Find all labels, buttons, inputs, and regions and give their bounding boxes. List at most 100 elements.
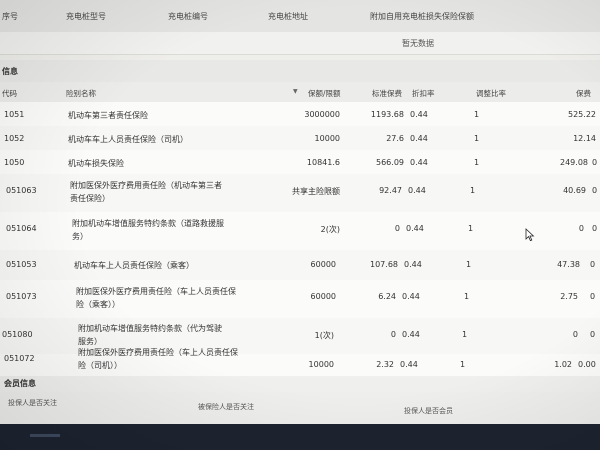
column-header-address: 充电桩地址 [268,12,308,21]
cell-premium: 525.22 [568,110,596,119]
cell-trailing: 0 [592,158,598,167]
table-row[interactable]: 051073 附加医保外医疗费用责任险（车上人员责任保险（乘客）） 60000 … [0,280,600,319]
column-header-name: 险别名称 [66,89,96,98]
cell-std-premium: 566.09 [376,158,404,167]
empty-state-text: 暂无数据 [402,39,434,48]
cell-code: 1052 [4,134,25,143]
cell-code: 051064 [6,224,37,233]
cell-name: 机动车第三者责任保险 [68,111,148,120]
cell-name: 附加机动车增值服务特约条款（道路救援服务） [72,219,224,241]
column-header-serial: 充电桩编号 [168,12,208,21]
cell-name: 附加医保外医疗费用责任险（车上人员责任保险（乘客）） [76,287,236,309]
cell-name: 附加医保外医疗费用责任险（机动车第三者责任保险） [70,181,222,203]
cell-name: 机动车车上人员责任保险（乘客） [74,261,194,270]
cell-discount: 0.44 [410,110,428,119]
column-header-discount: 折扣率 [412,89,435,98]
cell-limit: 10000 [314,134,340,143]
charging-pile-table-header: 序号 充电桩型号 充电桩编号 充电桩地址 附加自用充电桩损失保险保额 [0,0,600,33]
member-section-title-bar: 会员信息 [0,374,600,392]
cell-code: 051073 [6,292,37,301]
cell-limit: 1(次) [314,331,334,340]
cell-adjust: 1 [474,110,480,119]
cell-premium: 2.75 [560,292,578,301]
cell-adjust: 1 [460,360,466,369]
taskbar-item[interactable] [30,434,60,437]
cell-name: 附加医保外医疗费用责任险（车上人员责任保险（司机）） [78,348,238,370]
cell-std-premium: 107.68 [370,260,398,269]
table-row[interactable]: 051053 机动车车上人员责任保险（乘客） 60000 107.68 0.44… [0,250,600,281]
cell-std-premium: 92.47 [379,186,402,195]
column-header-index: 序号 [2,12,18,21]
table-row[interactable]: 051063 附加医保外医疗费用责任险（机动车第三者责任保险） 共享主险限额 9… [0,174,600,213]
cell-discount: 0.44 [410,134,428,143]
cell-premium: 12.14 [573,134,596,143]
column-header-premium: 保费 [576,89,591,98]
sort-chevron-icon[interactable]: ▼ [293,88,298,95]
cell-discount: 0.44 [410,158,428,167]
column-header-adjust: 调整比率 [476,89,506,98]
cell-std-premium: 2.32 [376,360,394,369]
cell-discount: 0.44 [400,360,418,369]
cell-code: 051080 [2,330,33,339]
table-row[interactable]: 1051 机动车第三者责任保险 3000000 1193.68 0.44 1 5… [0,102,600,127]
table-row[interactable]: 1050 机动车损失保险 10841.6 566.09 0.44 1 249.0… [0,150,600,175]
member-fields-row: 投保人是否关注 被保险人是否关注 投保人是否会员 [0,392,600,420]
coverage-section-title: 信息 [2,67,18,76]
table-row[interactable]: 1052 机动车车上人员责任保险（司机） 10000 27.6 0.44 1 1… [0,126,600,151]
cell-limit: 10000 [308,360,334,369]
cell-discount: 0.44 [406,224,424,233]
cell-std-premium: 0 [390,330,396,339]
column-header-code: 代码 [2,89,17,98]
cell-limit: 共享主险限额 [292,187,340,196]
cell-adjust: 1 [468,224,474,233]
field-label-applicant-follow: 投保人是否关注 [8,399,57,407]
cell-adjust: 1 [464,292,470,301]
cell-premium: 40.69 [563,186,586,195]
column-header-limit: 保额/限额 [308,89,341,98]
cell-code: 051072 [4,354,35,363]
cell-discount: 0.44 [408,186,426,195]
cell-trailing: 0 [590,330,596,339]
empty-state-row: 暂无数据 [0,32,600,55]
cell-name: 机动车车上人员责任保险（司机） [68,135,188,144]
cell-adjust: 1 [474,134,480,143]
cell-premium: 0 [572,330,578,339]
cell-trailing: 0 [592,224,598,233]
cell-discount: 0.44 [402,330,420,339]
mouse-cursor-icon [525,228,535,242]
cell-limit: 2(次) [320,225,340,234]
cell-discount: 0.44 [404,260,422,269]
field-label-insured-follow: 被保险人是否关注 [198,403,254,411]
cell-code: 051063 [6,186,37,195]
cell-std-premium: 1193.68 [370,110,404,119]
cell-premium: 1.02 [554,360,572,369]
os-taskbar [0,424,600,450]
column-header-model: 充电桩型号 [66,12,106,21]
cell-std-premium: 6.24 [378,292,396,301]
cell-name: 附加机动车增值服务特约条款（代为驾驶服务） [78,324,222,346]
column-header-amount: 附加自用充电桩损失保险保额 [370,12,474,21]
table-row[interactable]: 051072 附加医保外医疗费用责任险（车上人员责任保险（司机）） 10000 … [0,348,600,376]
cell-trailing: 0 [592,186,598,195]
cell-discount: 0.44 [402,292,420,301]
cell-code: 051053 [6,260,37,269]
cell-trailing: 0.00 [578,360,596,369]
screen: 序号 充电桩型号 充电桩编号 充电桩地址 附加自用充电桩损失保险保额 暂无数据 … [0,0,600,450]
cell-limit: 10841.6 [306,158,340,167]
cell-name: 机动车损失保险 [68,159,124,168]
cell-limit: 3000000 [304,110,340,119]
cell-code: 1050 [4,158,25,167]
cell-premium: 47.38 [557,260,580,269]
cell-limit: 60000 [310,260,336,269]
cell-std-premium: 27.6 [386,134,404,143]
cell-std-premium: 0 [394,224,400,233]
cell-adjust: 1 [462,330,468,339]
coverage-table-header: 代码 险别名称 ▼ 保额/限额 标准保费 折扣率 调整比率 保费 [0,82,600,103]
cell-adjust: 1 [474,158,480,167]
cell-trailing: 0 [590,292,596,301]
cell-limit: 60000 [310,292,336,301]
cell-trailing: 0 [590,260,596,269]
cell-adjust: 1 [470,186,476,195]
member-section-title: 会员信息 [4,379,36,388]
table-row[interactable]: 051064 附加机动车增值服务特约条款（道路救援服务） 2(次) 0 0.44… [0,212,600,251]
